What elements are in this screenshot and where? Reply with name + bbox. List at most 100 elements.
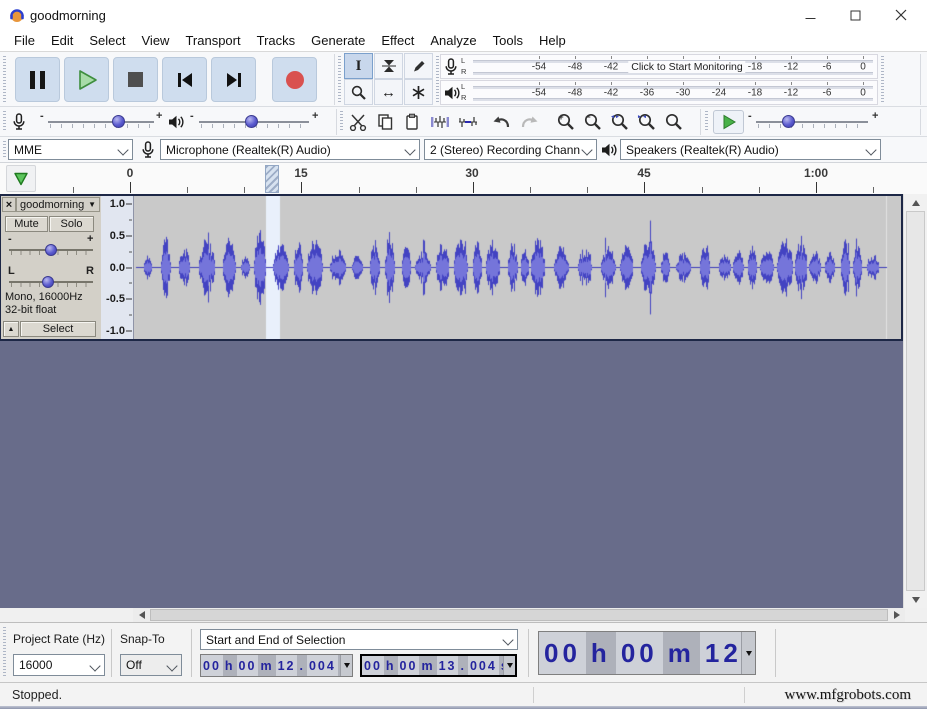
play-at-speed-grip[interactable]	[705, 111, 708, 132]
mixer-grip[interactable]	[3, 111, 6, 132]
project-rate-combo[interactable]: 16000	[13, 654, 105, 676]
recording-meter-grip[interactable]	[436, 56, 439, 102]
zoom-out-button[interactable]: −	[580, 109, 606, 135]
play-button[interactable]	[64, 57, 109, 102]
selection-toolbar-grip[interactable]	[3, 627, 6, 678]
timeshift-tool-button[interactable]: ↔	[374, 79, 403, 105]
pause-button[interactable]	[15, 57, 60, 102]
vertical-scrollbar[interactable]	[903, 194, 927, 608]
time-segment[interactable]: 00	[398, 656, 420, 675]
zoom-in-button[interactable]: +	[553, 109, 579, 135]
maximize-button[interactable]	[833, 0, 878, 30]
menu-analyze[interactable]: Analyze	[422, 30, 484, 51]
snap-to-combo[interactable]: Off	[120, 654, 182, 676]
pan-slider-thumb[interactable]	[42, 276, 54, 288]
close-button[interactable]	[878, 0, 923, 30]
multi-tool-button[interactable]	[404, 79, 433, 105]
undo-button[interactable]	[489, 109, 515, 135]
timeline-ruler[interactable]: 01530451:00	[0, 163, 903, 194]
fit-selection-button[interactable]: ◄►	[607, 109, 633, 135]
time-segment[interactable]: 13	[437, 656, 459, 675]
recording-channels-combo[interactable]: 2 (Stereo) Recording Chann	[424, 139, 597, 160]
scroll-down-button[interactable]	[904, 591, 927, 608]
record-button[interactable]	[272, 57, 317, 102]
zoom-toggle-button[interactable]	[661, 109, 687, 135]
selection-mode-combo[interactable]: Start and End of Selection	[200, 629, 518, 650]
scroll-up-button[interactable]	[904, 194, 927, 211]
zoom-tool-button[interactable]	[344, 79, 373, 105]
gain-slider-thumb[interactable]	[45, 244, 57, 256]
scroll-left-button[interactable]	[133, 608, 150, 622]
track-collapse-button[interactable]: ▲	[3, 321, 19, 337]
menu-view[interactable]: View	[134, 30, 178, 51]
record-volume-slider[interactable]	[48, 112, 154, 132]
waveform-canvas[interactable]	[134, 196, 900, 339]
menu-tools[interactable]: Tools	[485, 30, 531, 51]
waveform-clip[interactable]	[134, 196, 900, 339]
redo-button[interactable]	[516, 109, 542, 135]
menu-select[interactable]: Select	[81, 30, 133, 51]
solo-button[interactable]: Solo	[49, 216, 94, 232]
time-segment[interactable]: 12	[700, 632, 741, 674]
horizontal-scroll-thumb[interactable]	[150, 609, 888, 621]
menu-tracks[interactable]: Tracks	[249, 30, 304, 51]
playback-device-combo[interactable]: Speakers (Realtek(R) Audio)	[620, 139, 881, 160]
mute-button[interactable]: Mute	[5, 216, 48, 232]
skip-to-start-button[interactable]	[162, 57, 207, 102]
horizontal-scrollbar[interactable]	[133, 608, 905, 622]
stop-button[interactable]	[113, 57, 158, 102]
scroll-right-button[interactable]	[888, 608, 905, 622]
selection-start-field[interactable]: 00h00m12.004s	[200, 654, 353, 677]
time-segment[interactable]: 00	[362, 656, 384, 675]
copy-button[interactable]	[372, 109, 398, 135]
selection-end-field[interactable]: 00h00m13.004s	[360, 654, 517, 677]
time-segment[interactable]: h	[223, 655, 237, 676]
time-segment[interactable]: .	[297, 655, 306, 676]
minimize-button[interactable]	[788, 0, 833, 30]
playback-volume-slider[interactable]	[199, 112, 309, 132]
tools-grip[interactable]	[338, 56, 341, 102]
recording-device-combo[interactable]: Microphone (Realtek(R) Audio)	[160, 139, 420, 160]
audio-position-display[interactable]: 00h00m12s	[538, 631, 756, 675]
menu-generate[interactable]: Generate	[303, 30, 373, 51]
draw-tool-button[interactable]	[404, 53, 433, 79]
menu-edit[interactable]: Edit	[43, 30, 81, 51]
time-segment[interactable]: m	[419, 656, 436, 675]
playback-volume-thumb[interactable]	[245, 115, 258, 128]
pan-slider[interactable]	[9, 276, 93, 288]
time-segment[interactable]: 00	[539, 632, 586, 674]
time-segment[interactable]: m	[258, 655, 275, 676]
playhead-marker[interactable]	[265, 165, 279, 193]
menu-help[interactable]: Help	[531, 30, 574, 51]
record-volume-thumb[interactable]	[112, 115, 125, 128]
track-select-button[interactable]: Select	[20, 321, 96, 337]
skip-to-end-button[interactable]	[211, 57, 256, 102]
audio-position-dropdown[interactable]	[741, 632, 755, 674]
vertical-scroll-thumb[interactable]	[906, 211, 925, 591]
recording-meter[interactable]: L R -54-48-42-18-12-60Click to Start Mon…	[440, 54, 878, 79]
track-close-button[interactable]: ×	[2, 197, 16, 212]
meter-end-grip[interactable]	[881, 56, 884, 102]
time-segment[interactable]: 004	[307, 655, 338, 676]
track-name-menu[interactable]: goodmorning ▼	[16, 197, 100, 212]
play-speed-slider[interactable]	[756, 112, 868, 132]
play-at-speed-button[interactable]	[713, 110, 744, 134]
time-segment[interactable]: h	[384, 656, 398, 675]
monitoring-hint-text[interactable]: Click to Start Monitoring	[628, 61, 745, 73]
menu-file[interactable]: File	[6, 30, 43, 51]
time-segment[interactable]: .	[458, 656, 467, 675]
menu-transport[interactable]: Transport	[177, 30, 248, 51]
time-segment[interactable]: 00	[237, 655, 259, 676]
transport-grip[interactable]	[3, 56, 6, 102]
paste-button[interactable]	[399, 109, 425, 135]
play-speed-thumb[interactable]	[782, 115, 795, 128]
playback-meter[interactable]: L R -54-48-42-36-30-24-18-12-60	[440, 80, 878, 105]
vertical-scale-ruler[interactable]: 1.00.50.0-0.5-1.0	[101, 196, 134, 339]
selection-end-dropdown[interactable]	[503, 656, 515, 675]
time-segment[interactable]: m	[663, 632, 700, 674]
time-segment[interactable]: 00	[201, 655, 223, 676]
menu-effect[interactable]: Effect	[373, 30, 422, 51]
fit-project-button[interactable]: ►◄	[634, 109, 660, 135]
time-segment[interactable]: 00	[616, 632, 663, 674]
edit-toolbar-grip[interactable]	[340, 111, 343, 132]
